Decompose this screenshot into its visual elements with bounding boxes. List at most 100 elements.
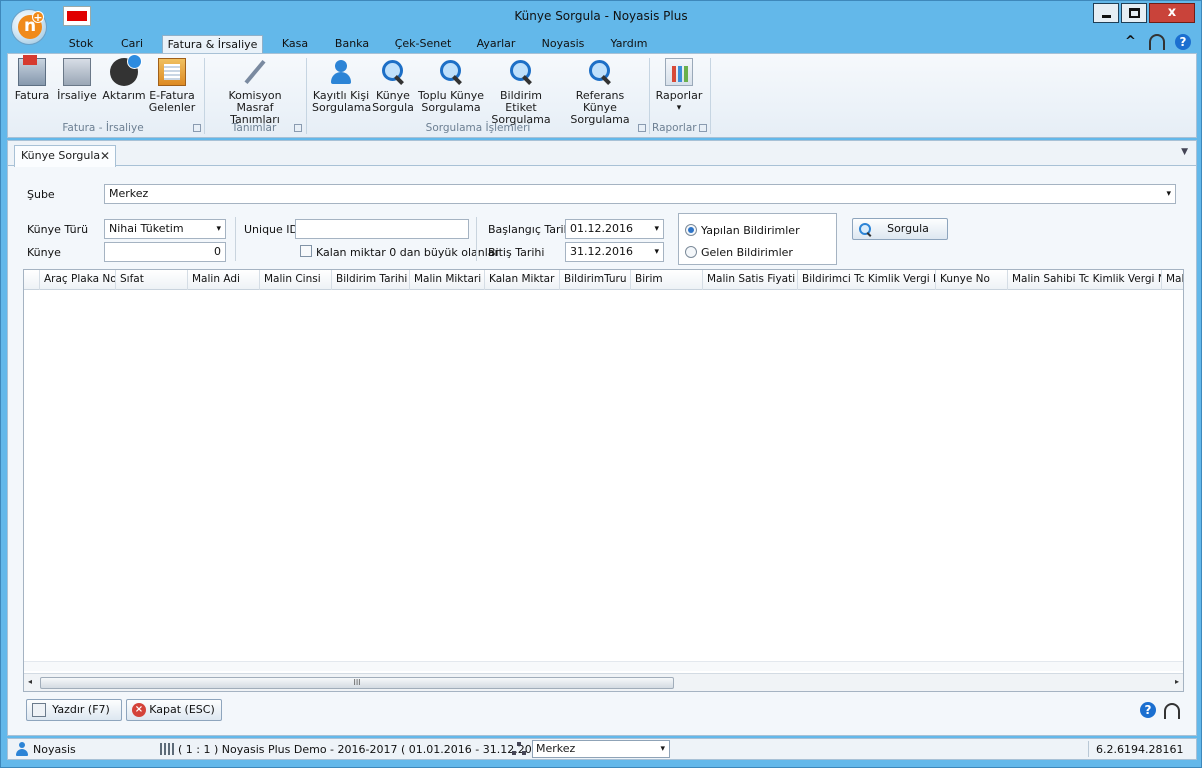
scroll-right-icon[interactable]: ▸ <box>1175 677 1179 686</box>
sube-select[interactable]: Merkez ▾ <box>104 184 1176 204</box>
column-header[interactable]: Malin <box>1162 270 1183 290</box>
support-headset-icon[interactable] <box>1164 703 1180 719</box>
ribbon-separator <box>204 58 205 134</box>
column-header[interactable]: BildirimTuru <box>560 270 631 290</box>
kayitli-kisi-sorgulama-button[interactable]: Kayıtlı Kişi Sorgulama <box>312 58 372 114</box>
irsaliye-button[interactable]: İrsaliye <box>56 58 98 102</box>
scrollbar-thumb[interactable]: III <box>40 677 674 689</box>
maximize-button[interactable] <box>1121 3 1147 23</box>
bitis-tarihi-input[interactable]: 31.12.2016 ▾ <box>565 242 664 262</box>
fatura-button[interactable]: Fatura <box>10 55 54 102</box>
network-icon <box>512 742 526 756</box>
column-header[interactable]: Araç Plaka No <box>40 270 116 290</box>
search-icon <box>379 58 407 86</box>
kunye-sorgula-button[interactable]: Künye Sorgula <box>372 58 414 114</box>
tab-yardim[interactable]: Yardım <box>609 35 649 55</box>
group-launcher-icon[interactable] <box>699 124 707 132</box>
toplu-label-line2: Sorgulama <box>421 101 481 114</box>
branch-select[interactable]: Merkez ▾ <box>532 740 670 758</box>
kunye-turu-value: Nihai Tüketim <box>109 222 184 235</box>
tab-noyasis[interactable]: Noyasis <box>541 35 585 55</box>
column-header[interactable]: Malin Miktari <box>410 270 485 290</box>
tab-cek-senet[interactable]: Çek-Senet <box>393 35 453 55</box>
collapse-ribbon-icon[interactable]: ^ <box>1125 35 1139 49</box>
app-menu-button[interactable]: n + <box>11 9 47 45</box>
column-header[interactable]: Malin Cinsi <box>260 270 332 290</box>
minimize-button[interactable] <box>1093 3 1119 23</box>
sorgula-button[interactable]: Sorgula <box>852 218 948 240</box>
user-icon <box>16 742 28 756</box>
toplu-kunye-sorgulama-button[interactable]: Toplu Künye Sorgulama <box>418 58 484 114</box>
support-headset-icon[interactable] <box>1149 34 1165 50</box>
grid-footer-row <box>24 661 1183 671</box>
kapat-button[interactable]: × Kapat (ESC) <box>126 699 222 721</box>
tab-ayarlar[interactable]: Ayarlar <box>475 35 517 55</box>
komisyon-masraf-button[interactable]: Komisyon Masraf Tanımları <box>210 58 300 126</box>
column-header[interactable]: Kunye No <box>936 270 1008 290</box>
search-icon <box>858 222 872 236</box>
raporlar-button-label: Raporlar <box>655 89 703 102</box>
column-header[interactable]: Birim <box>631 270 703 290</box>
group-launcher-icon[interactable] <box>638 124 646 132</box>
help-icon[interactable]: ? <box>1175 34 1191 50</box>
window-title: Künye Sorgula - Noyasis Plus <box>514 9 688 23</box>
column-header[interactable]: Sıfat <box>116 270 188 290</box>
close-button[interactable]: x <box>1149 3 1195 23</box>
baslangic-tarihi-input[interactable]: 01.12.2016 ▾ <box>565 219 664 239</box>
sube-label: Şube <box>27 188 55 201</box>
group-launcher-icon[interactable] <box>294 124 302 132</box>
column-header[interactable]: Malin Sahibi Tc Kimlik Vergi No <box>1008 270 1162 290</box>
unique-id-input[interactable] <box>295 219 469 239</box>
referans-kunye-sorgulama-button[interactable]: Referans Künye Sorgulama <box>560 58 640 126</box>
raporlar-button[interactable]: Raporlar ▾ <box>654 58 704 114</box>
close-tab-icon[interactable]: ✕ <box>100 146 110 166</box>
ribbon-separator <box>649 58 650 134</box>
bildirim-etiket-sorgulama-button[interactable]: Bildirim Etiket Sorgulama <box>486 58 556 126</box>
bitis-tarihi-label: Bitiş Tarihi <box>488 246 545 259</box>
chevron-down-icon: ▾ <box>216 224 221 234</box>
radio-gelen-label[interactable]: Gelen Bildirimler <box>701 246 793 259</box>
radio-gelen-bildirimler[interactable] <box>685 246 697 258</box>
fatura-button-label: Fatura <box>14 89 50 102</box>
column-header[interactable]: Bildirimci Tc Kimlik Vergi No <box>798 270 936 290</box>
kayitli-label-line2: Sorgulama <box>312 101 372 114</box>
efatura-gelenler-button[interactable]: E-Fatura Gelenler <box>148 58 196 114</box>
radio-yapilan-label[interactable]: Yapılan Bildirimler <box>701 224 800 237</box>
kunye-turu-select[interactable]: Nihai Tüketim ▾ <box>104 219 226 239</box>
calendar-dropdown-icon: ▾ <box>654 247 659 257</box>
column-header[interactable]: Bildirim Tarihi <box>332 270 410 290</box>
tab-kasa[interactable]: Kasa <box>279 35 311 55</box>
horizontal-scrollbar[interactable]: ◂ III ▸ <box>24 673 1183 691</box>
document-tab-kunye-sorgula[interactable]: Künye Sorgula ✕ <box>14 145 116 167</box>
help-icon[interactable]: ? <box>1140 702 1156 718</box>
grid-header: Araç Plaka No Sıfat Malin Adi Malin Cins… <box>24 270 1183 290</box>
pen-icon <box>241 58 269 86</box>
sorgula-button-label: Sorgula <box>887 222 929 235</box>
radio-yapilan-bildirimler[interactable] <box>685 224 697 236</box>
baslangic-tarihi-value: 01.12.2016 <box>570 222 633 235</box>
search-icon <box>586 58 614 86</box>
column-header[interactable]: Malin Satis Fiyati <box>703 270 798 290</box>
plus-badge-icon: + <box>32 11 44 24</box>
kalan-miktar-checkbox[interactable] <box>300 245 312 257</box>
group-launcher-icon[interactable] <box>193 124 201 132</box>
column-header[interactable]: Malin Adi <box>188 270 260 290</box>
status-bar: Noyasis ( 1 : 1 ) Noyasis Plus Demo - 20… <box>7 738 1197 760</box>
yazdir-button[interactable]: Yazdır (F7) <box>26 699 122 721</box>
ribbon-separator <box>710 58 711 134</box>
bildirim-label-line1: Bildirim Etiket <box>500 89 542 114</box>
tab-banka[interactable]: Banka <box>333 35 371 55</box>
form-separator <box>476 217 477 261</box>
results-grid[interactable]: Araç Plaka No Sıfat Malin Adi Malin Cins… <box>23 269 1184 692</box>
kunye-label-line2: Sorgula <box>372 101 414 114</box>
tab-stok[interactable]: Stok <box>65 35 97 55</box>
document-tab-label: Künye Sorgula <box>21 149 101 162</box>
scroll-left-icon[interactable]: ◂ <box>28 677 32 686</box>
komisyon-label-line1: Komisyon Masraf <box>228 89 282 114</box>
tab-cari[interactable]: Cari <box>117 35 147 55</box>
kunye-input[interactable]: 0 <box>104 242 226 262</box>
column-header[interactable]: Kalan Miktar <box>485 270 560 290</box>
tab-list-dropdown-icon[interactable]: ▼ <box>1181 147 1188 157</box>
tab-fatura-irsaliye[interactable]: Fatura & İrsaliye <box>162 35 263 55</box>
aktarim-button[interactable]: Aktarım <box>102 54 146 102</box>
